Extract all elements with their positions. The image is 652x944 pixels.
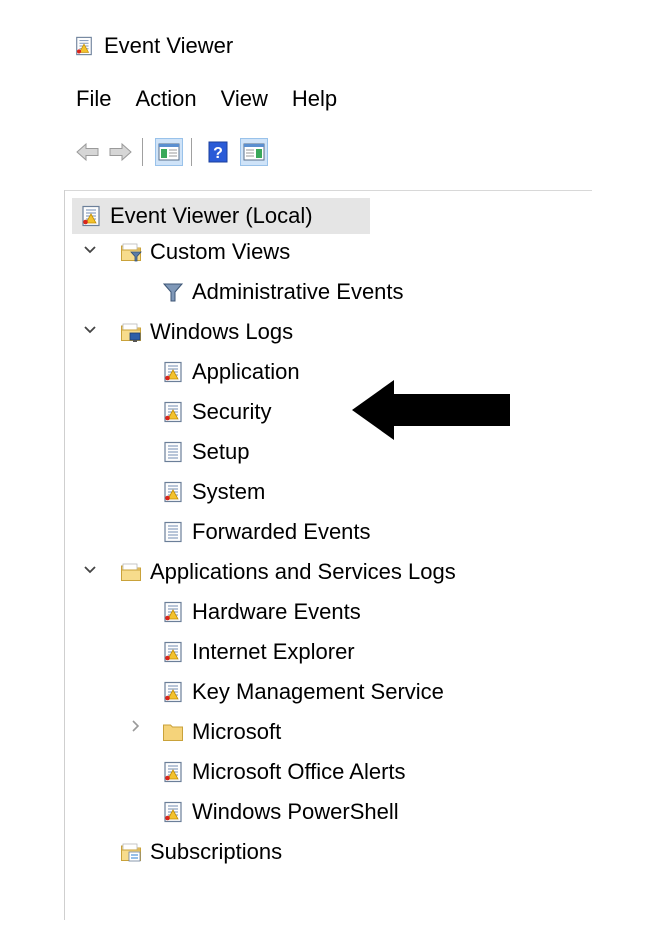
action-pane-icon xyxy=(243,143,265,161)
tree-item-microsoft-office-alerts[interactable]: Microsoft Office Alerts xyxy=(162,754,406,790)
forward-arrow-icon xyxy=(109,142,132,162)
tree-item-label: Application xyxy=(192,359,300,384)
tree-item-label: Custom Views xyxy=(150,239,291,264)
menu-file[interactable]: File xyxy=(64,86,123,112)
event-log-icon xyxy=(162,481,184,503)
filter-icon xyxy=(162,281,184,303)
tree-item-label: Internet Explorer xyxy=(192,639,355,664)
help-icon: ? xyxy=(208,141,228,163)
tree-item-label: Administrative Events xyxy=(192,279,404,304)
event-log-icon xyxy=(162,641,184,663)
tree-item-microsoft[interactable]: Microsoft xyxy=(162,714,281,750)
chevron-down-icon[interactable] xyxy=(82,242,98,258)
subscriptions-icon xyxy=(120,841,142,863)
tree-item-label: Subscriptions xyxy=(150,839,283,864)
svg-text:?: ? xyxy=(213,145,223,162)
event-viewer-window: Event Viewer File Action View Help ? Eve… xyxy=(64,20,592,920)
menu-help[interactable]: Help xyxy=(280,86,349,112)
tree-item-application[interactable]: Application xyxy=(162,354,300,390)
tree-item-label: Applications and Services Logs xyxy=(150,559,456,584)
tree-item-label: Windows PowerShell xyxy=(192,799,399,824)
folder-filter-icon xyxy=(120,241,142,263)
event-viewer-icon xyxy=(74,36,94,56)
tree-item-subscriptions[interactable]: Subscriptions xyxy=(120,834,282,870)
menu-action[interactable]: Action xyxy=(123,86,208,112)
toolbar-separator xyxy=(191,138,192,166)
event-log-icon xyxy=(162,601,184,623)
tree-item-label: Hardware Events xyxy=(192,599,361,624)
show-hide-action-pane-button[interactable] xyxy=(240,138,268,166)
chevron-down-icon[interactable] xyxy=(82,562,98,578)
console-tree-icon xyxy=(158,143,180,161)
folder-icon xyxy=(120,561,142,583)
event-log-icon xyxy=(162,681,184,703)
tree-item-key-management-service[interactable]: Key Management Service xyxy=(162,674,444,710)
back-button[interactable] xyxy=(74,138,102,166)
show-hide-console-tree-button[interactable] xyxy=(155,138,183,166)
title-bar: Event Viewer xyxy=(64,30,233,62)
tree-item-internet-explorer[interactable]: Internet Explorer xyxy=(162,634,355,670)
tree-item-hardware-events[interactable]: Hardware Events xyxy=(162,594,361,630)
tree-item-label: Security xyxy=(192,399,272,424)
tree-item-event-viewer-local[interactable]: Event Viewer (Local) xyxy=(72,198,370,234)
tree-item-label: Microsoft Office Alerts xyxy=(192,759,406,784)
folder-computer-icon xyxy=(120,321,142,343)
log-plain-icon xyxy=(162,521,184,543)
menu-view[interactable]: View xyxy=(209,86,280,112)
tree-item-applications-and-services-logs[interactable]: Applications and Services Logs xyxy=(120,554,456,590)
tree-item-label: System xyxy=(192,479,266,504)
chevron-right-icon[interactable] xyxy=(128,718,144,734)
tree-item-label: Windows Logs xyxy=(150,319,294,344)
tree-item-label: Forwarded Events xyxy=(192,519,371,544)
window-title: Event Viewer xyxy=(104,33,234,58)
toolbar-separator xyxy=(142,138,143,166)
event-log-icon xyxy=(162,401,184,423)
tree-item-forwarded-events[interactable]: Forwarded Events xyxy=(162,514,371,550)
tree-item-label: Key Management Service xyxy=(192,679,444,704)
event-log-icon xyxy=(162,801,184,823)
tree-item-label: Event Viewer (Local) xyxy=(110,203,313,228)
tree-item-label: Microsoft xyxy=(192,719,282,744)
toolbar-divider xyxy=(64,190,592,191)
tree-item-administrative-events[interactable]: Administrative Events xyxy=(162,274,404,310)
menu-bar: File Action View Help xyxy=(64,82,349,116)
tree-item-setup[interactable]: Setup xyxy=(162,434,250,470)
log-plain-icon xyxy=(162,441,184,463)
event-viewer-icon xyxy=(80,205,102,227)
pane-border xyxy=(64,190,65,920)
toolbar: ? xyxy=(64,132,592,172)
back-arrow-icon xyxy=(76,142,99,162)
tree-item-custom-views[interactable]: Custom Views xyxy=(120,234,290,270)
tree-item-system[interactable]: System xyxy=(162,474,265,510)
black-arrow-pointing-left-icon xyxy=(352,380,510,440)
event-log-icon xyxy=(162,761,184,783)
tree-item-label: Setup xyxy=(192,439,250,464)
tree-item-security[interactable]: Security xyxy=(162,394,271,430)
forward-button[interactable] xyxy=(106,138,134,166)
tree-item-windows-powershell[interactable]: Windows PowerShell xyxy=(162,794,399,830)
folder-icon xyxy=(162,721,184,743)
event-log-icon xyxy=(162,361,184,383)
chevron-down-icon[interactable] xyxy=(82,322,98,338)
tree-item-windows-logs[interactable]: Windows Logs xyxy=(120,314,293,350)
help-button[interactable]: ? xyxy=(204,138,232,166)
